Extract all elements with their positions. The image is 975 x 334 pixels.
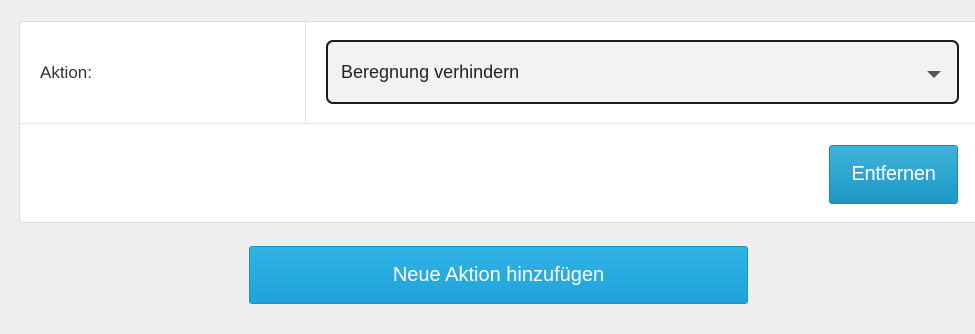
- action-card: Aktion: Beregnung verhindern Entfernen: [19, 21, 975, 223]
- action-select[interactable]: Beregnung verhindern: [326, 40, 959, 104]
- add-action-button[interactable]: Neue Aktion hinzufügen: [249, 246, 748, 304]
- chevron-down-icon: [927, 71, 941, 78]
- action-label: Aktion:: [40, 63, 92, 82]
- remove-button[interactable]: Entfernen: [829, 145, 958, 204]
- action-row: Aktion: Beregnung verhindern: [20, 22, 975, 124]
- page: Aktion: Beregnung verhindern Entfernen N…: [0, 0, 975, 334]
- action-select-value: Beregnung verhindern: [341, 62, 520, 82]
- action-label-cell: Aktion:: [20, 22, 306, 123]
